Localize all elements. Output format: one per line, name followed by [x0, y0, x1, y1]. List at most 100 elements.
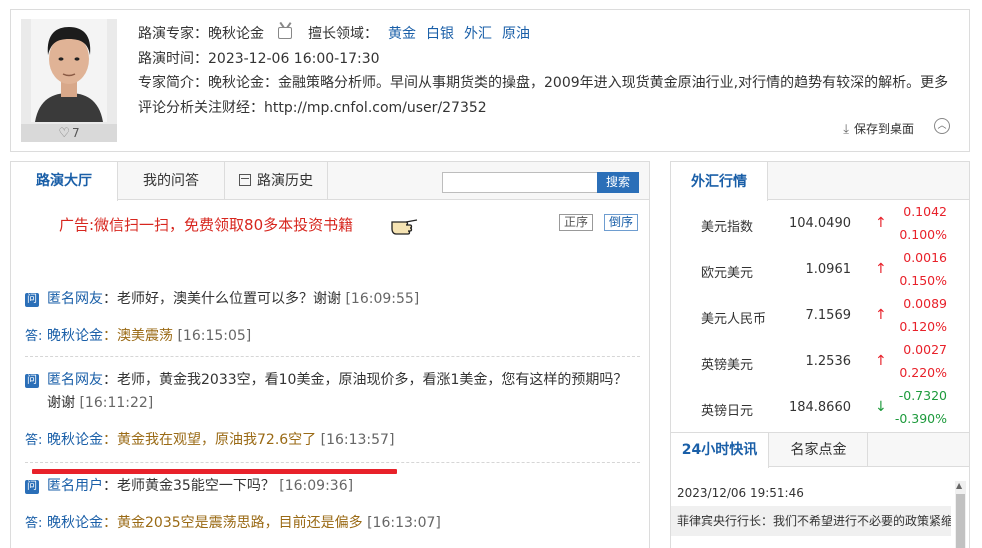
forex-row[interactable]: 美元人民币 7.1569 ↑ 0.0089 0.120%: [671, 294, 969, 340]
answer-prefix: 答:: [25, 329, 43, 344]
expert-intro: 专家简介：晚秋论金：金融策略分析师。早间从事期货类的操盘，2009年进入现货黄金…: [138, 75, 949, 116]
heart-icon: ♡: [58, 126, 70, 141]
flash-headline[interactable]: 菲律宾央行行长：我们不希望进行不必要的政策紧缩: [671, 506, 951, 536]
expert-info: 路演专家：晚秋论金 擅长领域： 黄金 白银 外汇 原油 路演时间：2023-12-06 1…: [138, 22, 958, 120]
flash-time: 2023/12/06 19:51:46: [677, 486, 804, 500]
tag-forex[interactable]: 外汇: [464, 26, 492, 42]
question: 问匿名用户：老师黄金35能空一下吗？ [16:09:36]: [25, 475, 640, 498]
forex-change: 0.0016: [903, 250, 947, 265]
expert-host-row: 路演专家：晚秋论金 擅长领域： 黄金 白银 外汇 原油: [138, 22, 958, 47]
forex-change: 0.0089: [903, 296, 947, 311]
question-time: [16:09:36]: [279, 478, 354, 494]
forex-price: 7.1569: [805, 308, 852, 323]
arrow-up-icon: ↑: [875, 353, 887, 369]
question-text: ：老师好，澳美什么位置可以多？谢谢: [103, 291, 341, 307]
qa-item: 问匿名网友：老师，黄金我2033空，看10美金，原油现价多，看涨1美金，您有这样…: [25, 357, 640, 474]
forex-row[interactable]: 英镑美元 1.2536 ↑ 0.0027 0.220%: [671, 340, 969, 386]
forex-price: 1.2536: [805, 354, 852, 369]
ad-banner[interactable]: 广告:微信扫一扫，免费领取80多本投资书籍: [59, 214, 353, 235]
flash-scrollbar[interactable]: ▲: [955, 481, 966, 548]
tab-expert-tips[interactable]: 名家点金: [770, 433, 868, 467]
sort-descending-button[interactable]: 倒序: [604, 214, 639, 231]
download-icon: ⤓: [843, 122, 849, 137]
field-label: 擅长领域：: [308, 26, 378, 42]
forex-price: 1.0961: [805, 262, 852, 277]
answer-time: [16:15:05]: [177, 328, 252, 344]
answer-author[interactable]: 晚秋论金: [47, 328, 103, 344]
forex-name: 英镑美元: [701, 358, 754, 373]
forex-change-pct: 0.150%: [899, 273, 947, 288]
forex-row[interactable]: 欧元美元 1.0961 ↑ 0.0016 0.150%: [671, 248, 969, 294]
tab-roadshow-history[interactable]: 路演历史: [225, 162, 328, 200]
answer-time: [16:13:07]: [367, 515, 441, 531]
answer-text: ：黄金我在观望，原油我72.6空了: [103, 432, 317, 448]
question: 问匿名网友：老师好，澳美什么位置可以多？谢谢 [16:09:55]: [25, 288, 640, 311]
avatar[interactable]: [31, 19, 107, 122]
save-to-desktop-label: 保存到桌面: [853, 122, 914, 136]
forex-name: 美元指数: [701, 220, 754, 235]
answer-time: [16:13:57]: [320, 432, 395, 448]
forex-name: 欧元美元: [701, 266, 754, 281]
scroll-up-icon[interactable]: ▲: [956, 481, 962, 490]
tab-forex-quotes[interactable]: 外汇行情: [671, 162, 768, 201]
question-icon: 问: [25, 374, 39, 388]
tab-roadshow-history-label: 路演历史: [257, 173, 313, 189]
answer-author[interactable]: 晚秋论金: [47, 432, 103, 448]
calendar-icon: [239, 174, 251, 186]
tag-silver[interactable]: 白银: [426, 26, 454, 42]
forex-panel: 外汇行情 美元指数 104.0490 ↑ 0.1042 0.100% 欧元美元 1.0961…: [670, 161, 970, 433]
question-icon: 问: [25, 480, 39, 494]
flash-news-panel: 24小时快讯 名家点金 2023/12/06 19:51:46 菲律宾央行行长：…: [670, 433, 970, 548]
arrow-up-icon: ↑: [875, 307, 887, 323]
question-author[interactable]: 匿名用户: [47, 478, 103, 494]
sort-ascending-button[interactable]: 正序: [559, 214, 594, 231]
qa-list: 问匿名网友：老师好，澳美什么位置可以多？谢谢 [16:09:55] 答: 晚秋论金…: [25, 286, 640, 535]
tv-icon: [278, 27, 292, 39]
tag-gold[interactable]: 黄金: [388, 26, 416, 42]
arrow-up-icon: ↑: [875, 261, 887, 277]
answer-prefix: 答:: [25, 516, 43, 531]
expert-info-box: ♡ 7 路演专家：晚秋论金 擅长领域： 黄金 白银 外汇 原油 路演时间：2023-12-0…: [10, 9, 970, 152]
forex-header: 外汇行情: [671, 162, 969, 201]
search-input[interactable]: [442, 172, 598, 193]
question-text: ：老师黄金35能空一下吗？: [103, 478, 275, 494]
answer: 答: 晚秋论金：黄金2035空是震荡思路，目前还是偏多 [16:13:07]: [25, 512, 640, 535]
question-author[interactable]: 匿名网友: [47, 372, 103, 388]
like-button[interactable]: ♡ 7: [21, 124, 117, 142]
save-to-desktop-button[interactable]: ⤓ 保存到桌面: [843, 120, 914, 137]
tab-roadshow-hall[interactable]: 路演大厅: [11, 162, 118, 201]
answer: 答: 晚秋论金：黄金我在观望，原油我72.6空了 [16:13:57]: [25, 429, 640, 452]
forex-row[interactable]: 美元指数 104.0490 ↑ 0.1042 0.100%: [671, 202, 969, 248]
flash-tabs: 24小时快讯 名家点金: [671, 433, 969, 468]
forex-change-pct: 0.220%: [899, 365, 947, 380]
question-author[interactable]: 匿名网友: [47, 291, 103, 307]
arrow-up-icon: ↑: [875, 215, 887, 231]
qa-item: 问匿名用户：老师黄金35能空一下吗？ [16:09:36] 答: 晚秋论金：黄金2…: [25, 463, 640, 535]
answer-text: ：黄金2035空是震荡思路，目前还是偏多: [103, 515, 363, 531]
forex-change: 0.1042: [903, 204, 947, 219]
answer-author[interactable]: 晚秋论金: [47, 515, 103, 531]
forex-change-pct: 0.100%: [899, 227, 947, 242]
forex-price: 184.8660: [788, 400, 851, 415]
answer: 答: 晚秋论金：澳美震荡 [16:15:05]: [25, 325, 640, 348]
tab-24h-flash[interactable]: 24小时快讯: [671, 433, 769, 468]
forex-price: 104.0490: [788, 216, 851, 231]
question-icon: 问: [25, 293, 39, 307]
roadshow-main-panel: 路演大厅 我的问答 路演历史 搜索 广告:微信扫一扫，免费领取80多本投资书籍 …: [10, 161, 650, 548]
roadshow-time: 路演时间：2023-12-06 16:00-17:30: [138, 50, 380, 67]
forex-row[interactable]: 英镑日元 184.8660 ↓ -0.7320 -0.390%: [671, 386, 969, 432]
answer-prefix: 答:: [25, 433, 43, 448]
main-tabs: 路演大厅 我的问答 路演历史 搜索: [11, 162, 649, 201]
arrow-down-icon: ↓: [875, 399, 887, 415]
expert-host: 路演专家：晚秋论金: [138, 26, 264, 42]
forex-change-pct: -0.390%: [894, 411, 947, 426]
tab-my-qa[interactable]: 我的问答: [118, 162, 225, 200]
search-button[interactable]: 搜索: [597, 172, 639, 193]
answer-text: ：澳美震荡: [103, 328, 173, 344]
tag-oil[interactable]: 原油: [502, 26, 530, 42]
forex-change-pct: 0.120%: [899, 319, 947, 334]
like-count: 7: [72, 126, 80, 140]
collapse-icon[interactable]: ︿: [934, 118, 950, 134]
scroll-thumb[interactable]: [956, 494, 965, 548]
forex-name: 美元人民币: [701, 312, 767, 327]
